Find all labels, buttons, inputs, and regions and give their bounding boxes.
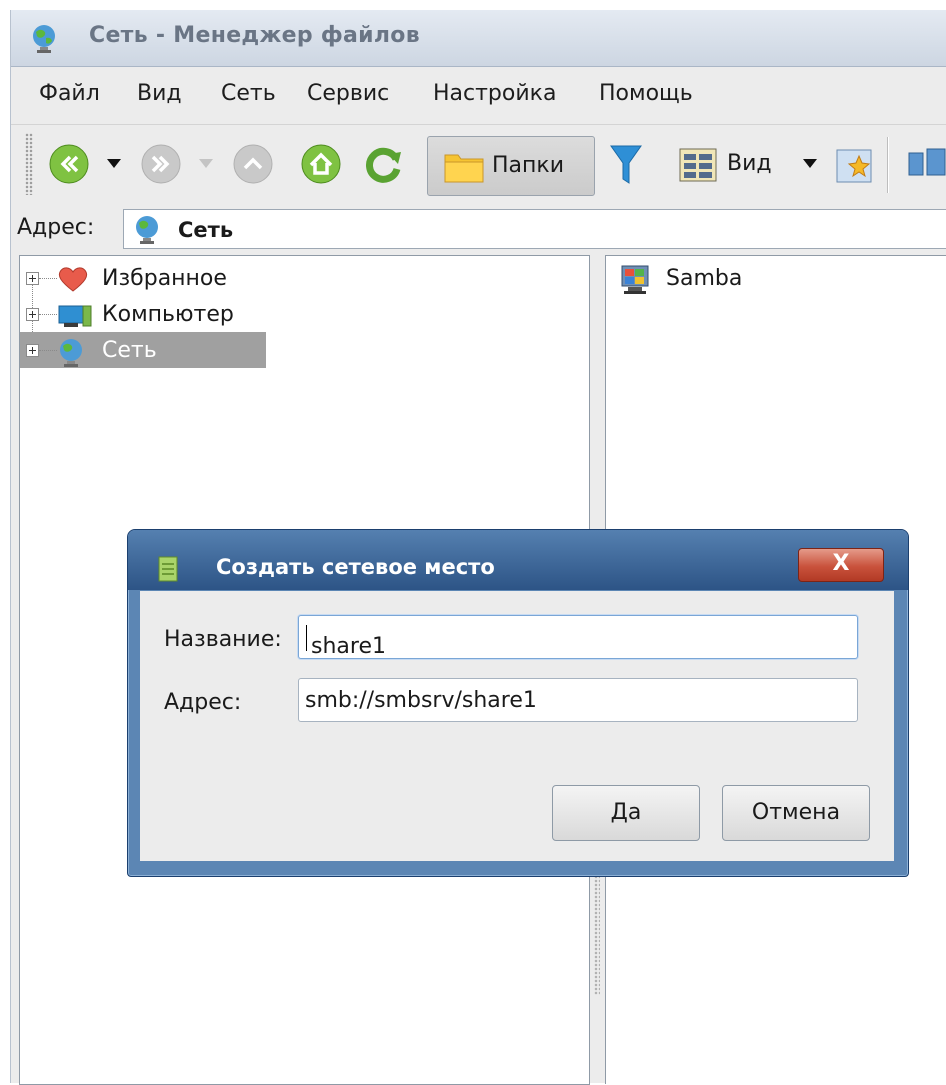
menu-settings[interactable]: Настройка [433,81,556,106]
address-bar: Адрес: Сеть [11,203,946,255]
folders-label: Папки [492,153,564,178]
ok-label: Да [610,800,642,825]
menu-network[interactable]: Сеть [221,81,276,106]
address-field-label: Адрес: [164,690,242,715]
up-button[interactable] [233,144,273,184]
address-label: Адрес: [17,215,95,240]
toolbar-grip[interactable] [25,133,33,195]
home-button[interactable] [301,144,341,184]
globe-icon [33,25,55,53]
filter-icon[interactable] [609,143,643,187]
forward-button[interactable] [141,144,181,184]
samba-icon [621,265,649,294]
tree-item-favorites[interactable]: Избранное [20,260,589,296]
cancel-button[interactable]: Отмена [722,785,870,841]
globe-icon [136,216,158,244]
expand-icon[interactable] [26,344,39,357]
create-network-place-dialog: Создать сетевое место X Название: share1… [127,529,909,877]
forward-icon [141,144,181,184]
refresh-icon [366,147,401,183]
view-label[interactable]: Вид [727,151,772,176]
network-icon[interactable] [907,145,946,185]
back-button[interactable] [49,144,89,184]
folders-toggle-button[interactable]: Папки [427,136,595,196]
dialog-title-bar[interactable]: Создать сетевое место X [128,530,908,590]
cancel-label: Отмена [751,800,841,825]
dialog-body: Название: share1 Адрес: smb://smbsrv/sha… [140,591,894,861]
name-label: Название: [164,627,282,652]
globe-icon [60,339,82,367]
address-field-value: smb://smbsrv/share1 [305,688,537,713]
dialog-title: Создать сетевое место [216,555,495,579]
expand-icon[interactable] [26,308,39,321]
file-item-label: Samba [666,266,743,291]
menu-bar: Файл Вид Сеть Сервис Настройка Помощь [11,67,946,123]
toolbar: Папки Вид [11,124,946,204]
close-icon: X [832,551,850,576]
name-value: share1 [311,634,386,659]
computer-icon [58,305,92,327]
ok-button[interactable]: Да [552,785,700,841]
view-chevron-down-icon[interactable] [803,159,817,168]
close-button[interactable]: X [798,548,884,582]
menu-view[interactable]: Вид [137,81,182,106]
document-icon [158,556,178,582]
title-bar[interactable]: Сеть - Менеджер файлов [11,10,946,67]
heart-icon [58,267,88,292]
tree-item-computer[interactable]: Компьютер [20,296,589,332]
new-item-icon[interactable] [835,146,875,186]
refresh-button[interactable] [363,144,403,184]
tree-item-label: Избранное [102,266,227,291]
tree-item-label: Компьютер [102,302,234,327]
home-icon [301,144,341,184]
address-value: Сеть [178,218,234,242]
menu-file[interactable]: Файл [39,81,100,106]
menu-help[interactable]: Помощь [599,81,693,106]
address-input[interactable]: Сеть [123,209,946,249]
up-icon [233,144,273,184]
expand-icon[interactable] [26,272,39,285]
tree-item-label: Сеть [102,338,157,363]
back-history-chevron-down-icon[interactable] [107,159,121,168]
window-title: Сеть - Менеджер файлов [89,23,420,48]
folder-icon [444,154,484,183]
tree-item-network[interactable]: Сеть [20,332,266,368]
back-icon [49,144,89,184]
view-mode-icon[interactable] [679,148,717,182]
name-field[interactable]: share1 [298,615,858,659]
menu-service[interactable]: Сервис [307,81,389,106]
address-field[interactable]: smb://smbsrv/share1 [298,678,858,722]
forward-history-chevron-down-icon[interactable] [199,159,213,168]
